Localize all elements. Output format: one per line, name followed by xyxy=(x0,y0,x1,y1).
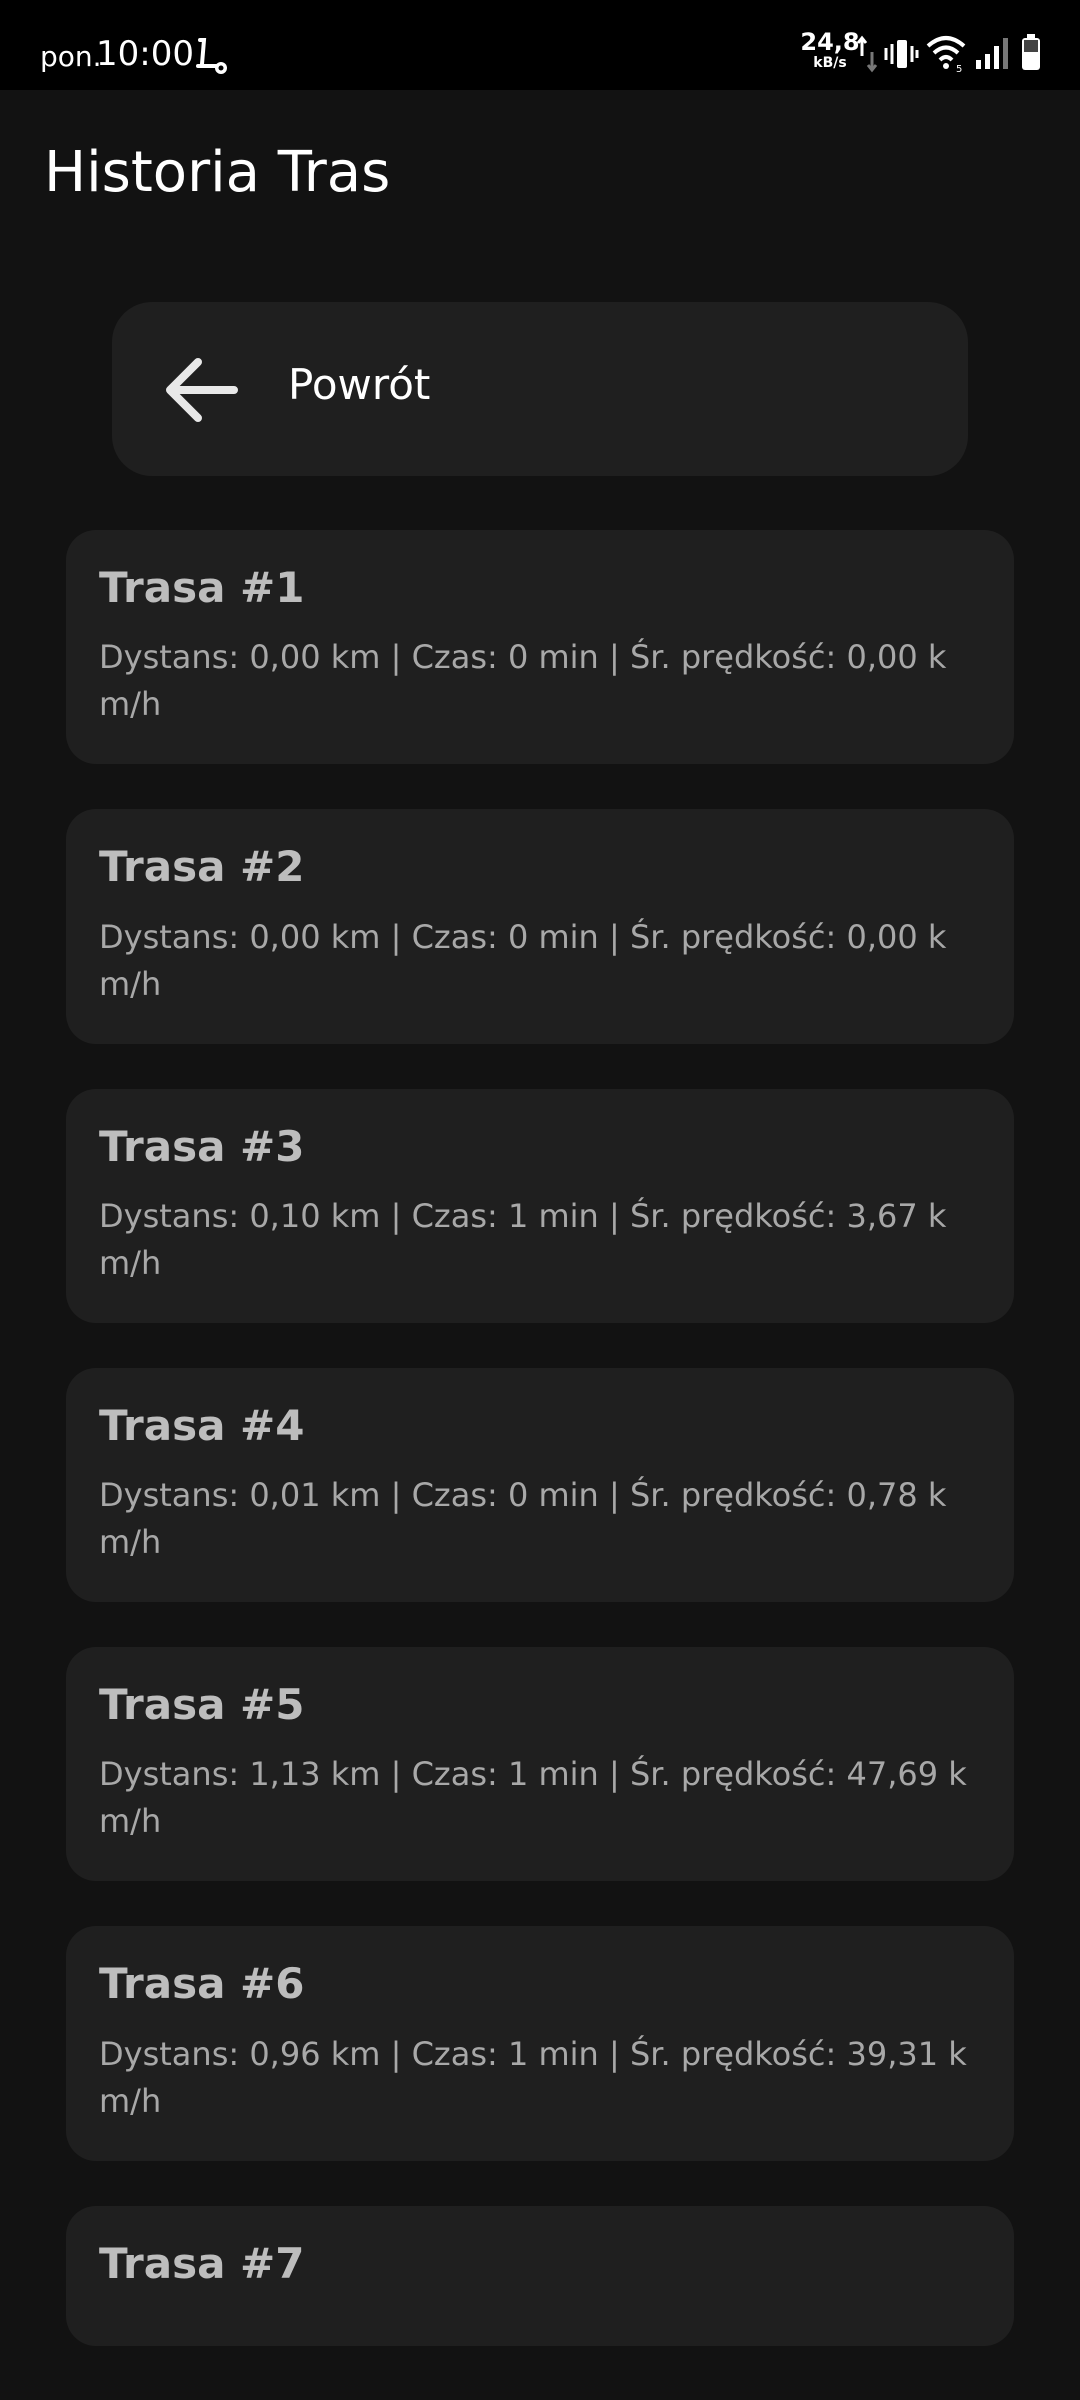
route-title: Trasa #2 xyxy=(99,842,305,892)
route-title: Trasa #5 xyxy=(99,1680,305,1730)
wifi-icon: 5 xyxy=(926,36,966,72)
route-details: Dystans: 0,00 km | Czas: 0 min | Śr. prę… xyxy=(99,638,947,724)
back-button-label: Powrót xyxy=(288,360,431,409)
route-details: Dystans: 0,01 km | Czas: 0 min | Śr. prę… xyxy=(99,1476,947,1562)
route-card-5[interactable]: Trasa #5 Dystans: 1,13 km | Czas: 1 min … xyxy=(66,1647,1014,1882)
route-title: Trasa #6 xyxy=(99,1959,305,2009)
status-time: 10:00 xyxy=(96,34,194,74)
status-icons: 5 xyxy=(856,34,1066,74)
route-details: Dystans: 0,96 km | Czas: 1 min | Śr. prę… xyxy=(99,2034,967,2120)
status-bar: pon. 10:00 24,8 kB/s 5 xyxy=(0,0,1080,90)
route-card-6[interactable]: Trasa #6 Dystans: 0,96 km | Czas: 1 min … xyxy=(66,1926,1014,2161)
network-speed-value: 24,8 xyxy=(800,28,860,56)
svg-text:5: 5 xyxy=(956,64,962,72)
route-details: Dystans: 0,10 km | Czas: 1 min | Śr. prę… xyxy=(99,1196,947,1282)
arrow-left-icon xyxy=(166,358,238,422)
route-details: Dystans: 1,13 km | Czas: 1 min | Śr. prę… xyxy=(99,1755,967,1841)
status-day: pon. xyxy=(40,40,102,73)
signal-icon xyxy=(976,38,1008,69)
route-list[interactable]: Trasa #1 Dystans: 0,00 km | Czas: 0 min … xyxy=(66,530,1014,2355)
route-title: Trasa #3 xyxy=(99,1121,305,1171)
network-speed-unit: kB/s xyxy=(813,55,847,71)
route-card-1[interactable]: Trasa #1 Dystans: 0,00 km | Czas: 0 min … xyxy=(66,530,1014,765)
network-speed: 24,8 kB/s xyxy=(800,30,860,70)
route-title: Trasa #1 xyxy=(99,563,305,612)
route-title: Trasa #7 xyxy=(99,2238,305,2288)
data-arrows-icon xyxy=(856,35,878,73)
vibrate-icon xyxy=(884,40,919,68)
battery-icon xyxy=(1022,34,1040,70)
route-details: Dystans: 0,00 km | Czas: 0 min | Śr. prę… xyxy=(99,917,947,1003)
route-card-2[interactable]: Trasa #2 Dystans: 0,00 km | Czas: 0 min … xyxy=(66,809,1014,1044)
route-history-screen: pon. 10:00 24,8 kB/s 5 Historia Tras Pow… xyxy=(0,0,1080,2400)
route-card-4[interactable]: Trasa #4 Dystans: 0,01 km | Czas: 0 min … xyxy=(66,1367,1014,1603)
route-title: Trasa #4 xyxy=(99,1400,305,1450)
route-card-7[interactable]: Trasa #7 xyxy=(66,2205,1014,2347)
route-card-3[interactable]: Trasa #3 Dystans: 0,10 km | Czas: 1 min … xyxy=(66,1088,1014,1323)
page-title: Historia Tras xyxy=(44,140,391,205)
scooter-icon xyxy=(196,38,227,74)
back-button[interactable]: Powrót xyxy=(112,302,968,476)
